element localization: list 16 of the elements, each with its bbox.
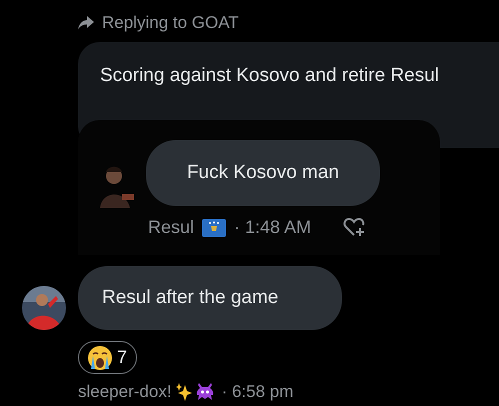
message-bubble: Resul after the game (78, 266, 342, 330)
replied-message-text: Scoring against Kosovo and retire Resul (100, 64, 440, 88)
add-reaction-icon[interactable] (343, 218, 366, 238)
flag-icon (202, 218, 226, 236)
reaction-count: 7 (117, 346, 128, 369)
reply-arrow-icon (78, 16, 94, 30)
message-bubble: Fuck Kosovo man (146, 140, 380, 206)
sender-name: sleeper-dox! (78, 381, 172, 403)
reaction-pill[interactable]: 7 (78, 341, 138, 374)
crying-face-icon (87, 344, 113, 370)
alien-monster-icon (196, 383, 214, 400)
reply-label: Replying to GOAT (102, 12, 239, 34)
sparkles-icon (176, 382, 192, 401)
sender-name: Resul (148, 216, 194, 239)
message-time: · 1:48 AM (234, 216, 312, 239)
message-time: · 6:58 pm (222, 381, 294, 403)
